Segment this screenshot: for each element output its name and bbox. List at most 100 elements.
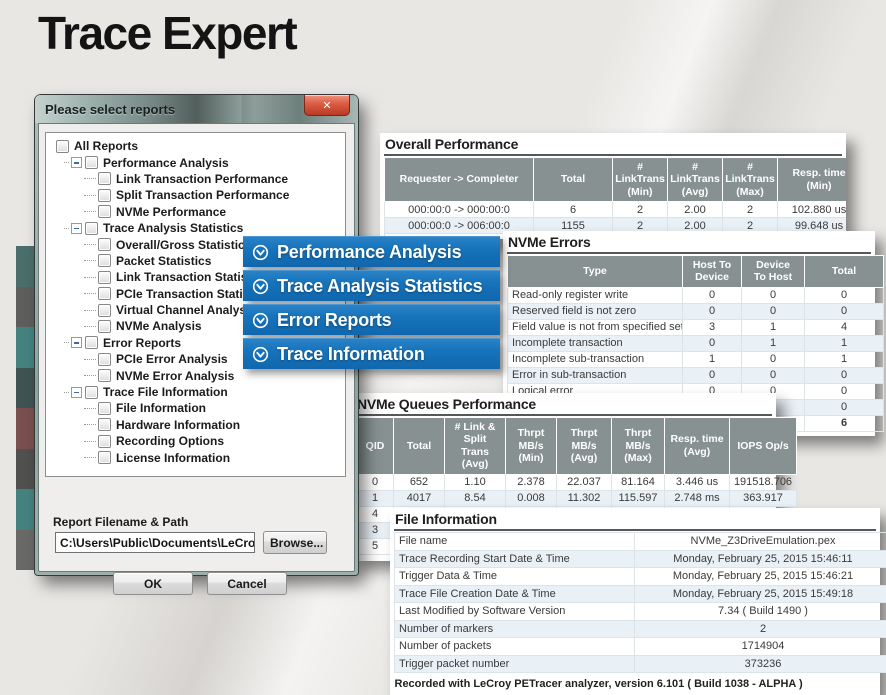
- checkbox-icon[interactable]: [98, 451, 111, 464]
- table-cell: 2: [723, 202, 778, 218]
- checkbox-icon[interactable]: [98, 189, 111, 202]
- table-row: 140178.540.00811.302115.5972.748 ms363.9…: [357, 490, 797, 506]
- tree-item-all-reports[interactable]: All Reports: [50, 138, 345, 154]
- checkbox-icon[interactable]: [98, 271, 111, 284]
- tree-item-label: Packet Statistics: [116, 254, 211, 268]
- checkbox-icon[interactable]: [98, 418, 111, 431]
- table-cell: 1: [742, 335, 805, 351]
- table-row: Reserved field is not zero000: [508, 303, 884, 319]
- column-header: Host To Device: [683, 256, 742, 288]
- tree-item-label: NVMe Analysis: [116, 319, 202, 333]
- table-row: Trigger packet number373236: [395, 655, 886, 673]
- tree-item-recording-options[interactable]: Recording Options: [50, 433, 345, 449]
- tree-item-label: Error Reports: [103, 336, 181, 350]
- checkbox-icon[interactable]: [98, 254, 111, 267]
- expander-minus-icon[interactable]: [71, 337, 82, 348]
- tree-item-file-information[interactable]: File Information: [50, 400, 345, 416]
- menu-item-trace-analysis-statistics[interactable]: Trace Analysis Statistics: [243, 270, 500, 301]
- column-header: IOPS Op/s: [730, 418, 797, 475]
- table-cell: 0: [357, 474, 394, 490]
- checkbox-icon[interactable]: [98, 172, 111, 185]
- table-cell: 652: [394, 474, 445, 490]
- tree-item-hardware-information[interactable]: Hardware Information: [50, 417, 345, 433]
- table-cell: 102.880 us: [778, 202, 847, 218]
- checkbox-icon[interactable]: [98, 304, 111, 317]
- table-cell: Number of packets: [395, 638, 635, 656]
- table-row: File nameNVMe_Z3DriveEmulation.pex: [395, 533, 886, 551]
- checkbox-icon[interactable]: [85, 222, 98, 235]
- tree-item-performance-analysis[interactable]: Performance Analysis: [50, 154, 345, 170]
- report-path-field[interactable]: C:\Users\Public\Documents\LeCroy\l: [55, 532, 255, 553]
- table-cell: 0: [805, 287, 884, 303]
- tree-connector: [84, 359, 96, 360]
- expander-minus-icon[interactable]: [71, 223, 82, 234]
- tree-item-label: Trace Analysis Statistics: [103, 221, 243, 235]
- checkbox-icon[interactable]: [85, 386, 98, 399]
- menu-item-label: Performance Analysis: [277, 242, 461, 263]
- tree-connector: [84, 441, 96, 442]
- column-header: Resp. time (Avg): [665, 418, 730, 475]
- tree-item-license-information[interactable]: License Information: [50, 449, 345, 465]
- tree-item-nvme-performance[interactable]: NVMe Performance: [50, 204, 345, 220]
- checkbox-icon[interactable]: [98, 435, 111, 448]
- tree-connector: [84, 244, 96, 245]
- tree-item-label: Split Transaction Performance: [116, 188, 289, 202]
- table-cell: 000:00:0 -> 000:00:0: [385, 202, 534, 218]
- checkbox-icon[interactable]: [98, 238, 111, 251]
- checkbox-icon[interactable]: [98, 320, 111, 333]
- column-header: QID: [357, 418, 394, 475]
- menu-item-error-reports[interactable]: Error Reports: [243, 304, 500, 335]
- dialog-title: Please select reports: [45, 102, 175, 117]
- checkbox-icon[interactable]: [98, 369, 111, 382]
- tree-connector: [64, 228, 69, 229]
- table-row: Trace File Creation Date & TimeMonday, F…: [395, 585, 886, 603]
- tree-connector: [84, 293, 96, 294]
- table-cell: 2: [635, 620, 886, 638]
- table-cell: Trigger Data & Time: [395, 568, 635, 586]
- checkbox-icon[interactable]: [98, 287, 111, 300]
- circle-chevron-down-icon: [252, 278, 277, 295]
- column-header: # Link & Split Trans (Avg): [445, 418, 506, 475]
- ok-button[interactable]: OK: [113, 572, 193, 595]
- table-cell: 0: [805, 383, 884, 399]
- table-cell: Reserved field is not zero: [508, 303, 683, 319]
- table-cell: Last Modified by Software Version: [395, 603, 635, 621]
- tree-item-label: Recording Options: [116, 434, 224, 448]
- checkbox-icon[interactable]: [85, 156, 98, 169]
- browse-button[interactable]: Browse...: [263, 531, 327, 554]
- menu-item-performance-analysis[interactable]: Performance Analysis: [243, 236, 500, 267]
- table-cell: 1.10: [445, 474, 506, 490]
- table-cell: Trigger packet number: [395, 655, 635, 673]
- table-row: Error in sub-transaction000: [508, 367, 884, 383]
- table-cell: Monday, February 25, 2015 15:49:18: [635, 585, 886, 603]
- table-cell: 363.917: [730, 490, 797, 506]
- expander-minus-icon[interactable]: [71, 387, 82, 398]
- table-cell: 3: [357, 522, 394, 538]
- cancel-button[interactable]: Cancel: [207, 572, 287, 595]
- tree-connector: [84, 277, 96, 278]
- table-row: Number of markers2: [395, 620, 886, 638]
- column-header: # LinkTrans (Min): [613, 158, 668, 202]
- expander-minus-icon[interactable]: [71, 157, 82, 168]
- close-button[interactable]: ✕: [304, 95, 350, 116]
- checkbox-icon[interactable]: [85, 336, 98, 349]
- table-cell: Monday, February 25, 2015 15:46:21: [635, 568, 886, 586]
- panel-title-nvme-errors: NVMe Errors: [507, 233, 871, 254]
- menu-item-trace-information[interactable]: Trace Information: [243, 338, 500, 369]
- checkbox-icon[interactable]: [56, 140, 69, 153]
- circle-chevron-down-icon: [252, 312, 277, 329]
- tree-item-trace-analysis-statistics[interactable]: Trace Analysis Statistics: [50, 220, 345, 236]
- table-row: Trace Recording Start Date & TimeMonday,…: [395, 550, 886, 568]
- column-header: Thrpt MB/s (Max): [612, 418, 665, 475]
- tree-item-label: Hardware Information: [116, 418, 240, 432]
- checkbox-icon[interactable]: [98, 353, 111, 366]
- checkbox-icon[interactable]: [98, 205, 111, 218]
- dialog-titlebar[interactable]: Please select reports ✕: [35, 95, 358, 123]
- tree-item-label: Trace File Information: [103, 385, 228, 399]
- table-cell: Incomplete sub-transaction: [508, 351, 683, 367]
- tree-item-split-transaction-performance[interactable]: Split Transaction Performance: [50, 187, 345, 203]
- tree-item-link-transaction-performance[interactable]: Link Transaction Performance: [50, 171, 345, 187]
- table-cell: 4: [805, 319, 884, 335]
- checkbox-icon[interactable]: [98, 402, 111, 415]
- tree-item-trace-file-information[interactable]: Trace File Information: [50, 384, 345, 400]
